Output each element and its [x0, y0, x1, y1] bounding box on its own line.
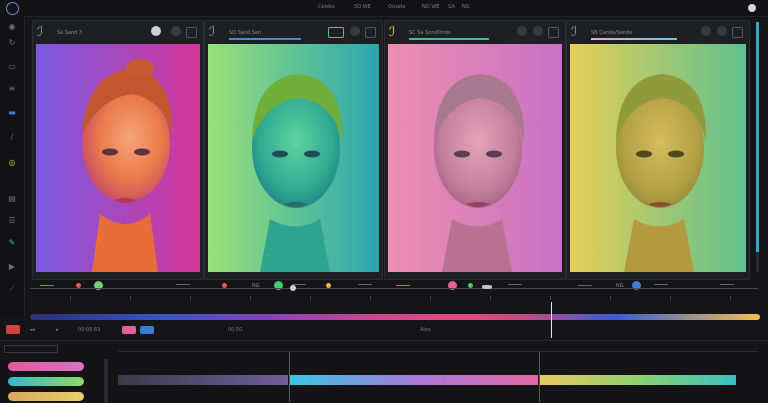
top-bar: Celebs SO WE Onsela NO WE SA NG	[0, 0, 768, 17]
expand-icon[interactable]	[548, 27, 559, 38]
transport-controls: ◂◂ ▸ 00:00.63 00.50 Alas	[0, 322, 768, 338]
panel-header: ℐ SC Sa SondOnds	[385, 21, 565, 43]
bottom-ruler	[118, 351, 758, 352]
footer-control[interactable]	[508, 284, 522, 285]
bottom-label-box	[4, 345, 58, 353]
track-color-pink[interactable]	[8, 362, 84, 371]
text-label: Alas	[420, 327, 431, 333]
timeline-clip-3[interactable]	[540, 375, 736, 385]
top-title-5[interactable]: SA	[448, 4, 455, 10]
scrub-handle[interactable]	[290, 285, 296, 291]
scrub-marker[interactable]	[482, 285, 492, 289]
track-color-cyan[interactable]	[8, 377, 84, 386]
panel-title: SC Sa SondOnds	[409, 30, 451, 36]
stop-indicator	[396, 285, 410, 286]
timecode: 00:00.63	[78, 327, 101, 333]
top-title-1[interactable]: Celebs	[318, 4, 335, 10]
record-button[interactable]	[6, 325, 20, 334]
footer-control[interactable]	[654, 284, 668, 285]
bottom-scrollbar[interactable]	[104, 359, 108, 403]
stop-indicator	[40, 285, 54, 286]
track-color-gold[interactable]	[8, 392, 84, 401]
footer-control-2[interactable]	[358, 284, 372, 285]
option-icon[interactable]	[517, 26, 527, 36]
option-icon-2[interactable]	[533, 26, 543, 36]
top-title-4[interactable]: NO WE	[422, 4, 439, 10]
panel-logo-icon: ℐ	[389, 25, 396, 40]
color-timeline-bar[interactable]	[30, 314, 760, 320]
preview-panel-3: ℐ SC Sa SondOnds	[384, 20, 566, 290]
portrait-image[interactable]	[388, 44, 562, 272]
pen-icon[interactable]: ✎	[6, 238, 18, 248]
color-chip-blue[interactable]	[140, 326, 154, 334]
scrub-line[interactable]	[30, 288, 758, 289]
app-logo-icon[interactable]	[6, 2, 19, 15]
footer-control[interactable]	[176, 284, 190, 285]
panel-logo-icon: ℐ	[571, 25, 578, 40]
crop-icon[interactable]: ▬	[6, 108, 18, 118]
timeline-clip-1[interactable]	[118, 375, 288, 385]
top-title-6[interactable]: NG	[462, 4, 470, 10]
portrait-image[interactable]	[570, 44, 746, 272]
panel-title: SD Sand Sen	[229, 30, 262, 36]
toggle-icon[interactable]	[151, 26, 161, 36]
preview-panel-4: ℐ SB Cande/Sande NG	[566, 20, 750, 290]
menu-icon[interactable]: ☰	[6, 216, 18, 226]
rewind-icon[interactable]: ◂◂	[30, 327, 35, 333]
top-title-3[interactable]: Onsela	[388, 4, 405, 10]
history-icon[interactable]: ↻	[6, 38, 18, 48]
brush-icon[interactable]: ∕	[6, 132, 18, 142]
scrollbar-thumb[interactable]	[756, 22, 759, 252]
settings-icon[interactable]	[748, 4, 756, 12]
panel-footer: NG	[570, 275, 746, 297]
preview-panel-2: ℐ SD Sand Sen NG	[204, 20, 383, 290]
play-icon[interactable]: ▶	[6, 262, 18, 272]
time-ruler	[30, 296, 758, 310]
left-toolbar: ◉ ↻ ▭ ≡ ▬ ∕ ◎ ▤ ☰ ✎ ▶ ⟋	[0, 16, 25, 316]
color-wheel-icon[interactable]: ◎	[6, 158, 18, 168]
top-title-2[interactable]: SO WE	[354, 4, 371, 10]
preview-panel-1: ℐ Sa Sand 3	[32, 20, 204, 290]
grid-icon[interactable]: ▤	[6, 194, 18, 204]
color-chip-pink[interactable]	[122, 326, 136, 334]
vertical-scrollbar[interactable]	[756, 22, 759, 272]
panel-logo-icon: ℐ	[209, 25, 216, 40]
stats-icon[interactable]: ⟋	[6, 284, 18, 294]
panel-header: ℐ SD Sand Sen	[205, 21, 382, 43]
play-icon[interactable]: ▸	[56, 327, 59, 333]
option-icon[interactable]	[701, 26, 711, 36]
preset-icon[interactable]	[328, 27, 344, 38]
sliders-icon[interactable]: ≡	[6, 84, 18, 94]
panel-logo-icon: ℐ	[37, 25, 44, 40]
panel-footer	[36, 275, 200, 297]
panel-header: ℐ Sa Sand 3	[33, 21, 203, 43]
portrait-image[interactable]	[208, 44, 379, 272]
footer-control-left[interactable]	[578, 285, 592, 286]
home-icon[interactable]: ◉	[6, 22, 18, 32]
marker-time: 00.50	[228, 327, 243, 333]
option-icon[interactable]	[171, 26, 181, 36]
expand-icon[interactable]	[186, 27, 197, 38]
panel-title: Sa Sand 3	[57, 30, 83, 36]
panel-header: ℐ SB Cande/Sande	[567, 21, 749, 43]
option-icon-2[interactable]	[717, 26, 727, 36]
footer-control-2[interactable]	[720, 284, 734, 285]
bottom-panel	[0, 340, 768, 403]
panel-accent-bar	[591, 38, 677, 40]
panel-footer	[388, 275, 562, 297]
portrait-image[interactable]	[36, 44, 200, 272]
panel-accent-bar	[409, 38, 489, 40]
layers-icon[interactable]: ▭	[6, 62, 18, 72]
panel-accent-bar	[229, 38, 301, 40]
option-icon[interactable]	[350, 26, 360, 36]
clip-divider-2	[539, 352, 540, 402]
expand-icon[interactable]	[732, 27, 743, 38]
clip-divider-1	[289, 352, 290, 402]
panel-title: SB Cande/Sande	[591, 30, 633, 36]
expand-icon[interactable]	[365, 27, 376, 38]
timeline-clip-2[interactable]	[290, 375, 538, 385]
